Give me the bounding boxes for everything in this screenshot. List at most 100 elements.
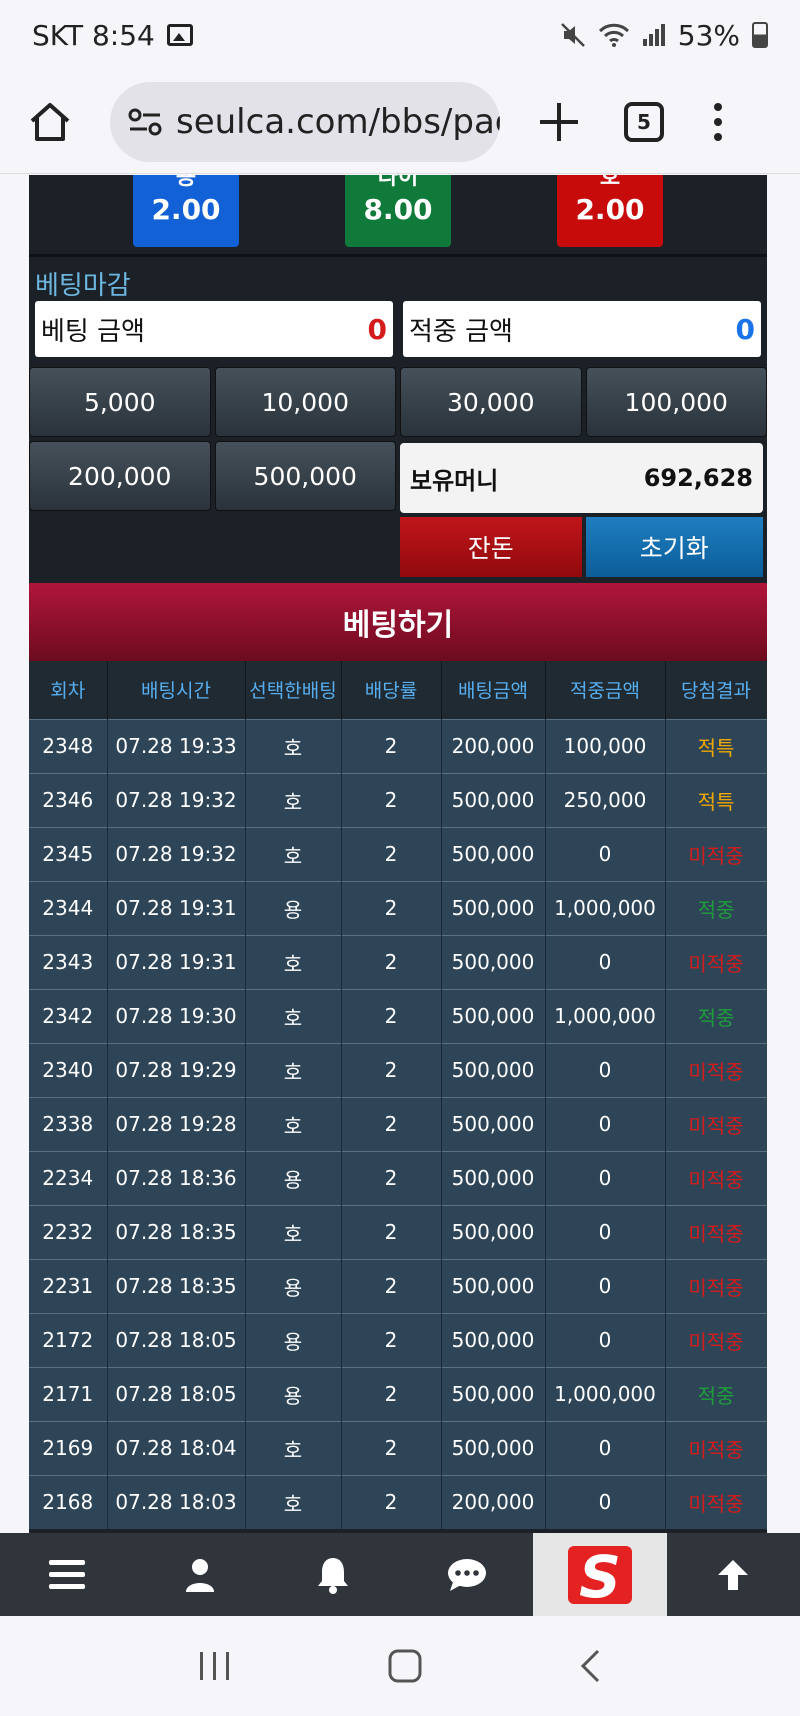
table-row: 2343 07.28 19:31 호 2 500,000 0 미적중 [29, 934, 767, 989]
chip-button[interactable]: 10,000 [214, 367, 396, 437]
table-cell: 미적중 [665, 826, 767, 881]
table-cell: 07.28 19:31 [107, 934, 246, 989]
table-cell: 2 [341, 1312, 442, 1367]
arrow-up-icon[interactable] [667, 1533, 800, 1616]
table-cell: 호 [245, 1042, 342, 1097]
odd-value: 2.00 [575, 193, 645, 226]
url-bar[interactable]: seulca.com/bbs/pag [110, 81, 500, 162]
table-cell: 0 [545, 1312, 666, 1367]
table-row: 2168 07.28 18:03 호 2 200,000 0 미적중 [29, 1474, 767, 1529]
table-cell: 0 [545, 1258, 666, 1313]
table-cell: 07.28 18:35 [107, 1258, 246, 1313]
battery-icon [752, 22, 768, 48]
bet-amount-box: 베팅 금액 0 [35, 301, 393, 357]
table-cell: 용 [245, 1150, 342, 1205]
user-icon[interactable] [133, 1533, 266, 1616]
column-header: 선택한배팅 [245, 661, 342, 719]
table-cell: 0 [545, 1096, 666, 1151]
odd-button-dragon[interactable]: 용 2.00 [133, 175, 239, 247]
site-settings-icon[interactable] [128, 107, 162, 137]
table-cell: 500,000 [441, 880, 546, 935]
table-cell: 07.28 19:28 [107, 1096, 246, 1151]
table-cell: 07.28 18:35 [107, 1204, 246, 1259]
home-button-icon[interactable] [387, 1648, 423, 1684]
back-icon[interactable] [578, 1648, 602, 1684]
odd-button-tiger[interactable]: 호 2.00 [557, 175, 663, 247]
table-cell: 2 [341, 1474, 442, 1529]
menu-icon[interactable] [0, 1533, 133, 1616]
more-menu-icon[interactable] [714, 102, 724, 141]
table-cell: 호 [245, 1420, 342, 1475]
table-cell: 0 [545, 1474, 666, 1529]
table-row: 2348 07.28 19:33 호 2 200,000 100,000 적특 [29, 718, 767, 773]
new-tab-icon[interactable] [534, 97, 584, 147]
table-cell: 2 [341, 1366, 442, 1421]
odd-label: 호 [599, 175, 621, 190]
table-cell: 07.28 18:05 [107, 1312, 246, 1367]
table-cell: 07.28 18:36 [107, 1150, 246, 1205]
table-row: 2232 07.28 18:35 호 2 500,000 0 미적중 [29, 1204, 767, 1259]
table-cell: 2338 [29, 1096, 108, 1151]
table-cell: 500,000 [441, 1258, 546, 1313]
table-cell: 적중 [665, 880, 767, 935]
place-bet-button[interactable]: 베팅하기 [29, 583, 767, 661]
table-cell: 적중 [665, 988, 767, 1043]
table-cell: 미적중 [665, 1096, 767, 1151]
reset-button[interactable]: 초기화 [585, 517, 763, 577]
table-cell: 100,000 [545, 718, 666, 773]
bet-history-table: 회차 배팅시간 선택한배팅 배당률 배팅금액 적중금액 당첨결과 2348 07.… [29, 661, 767, 1529]
recent-apps-icon[interactable] [198, 1650, 232, 1682]
hit-amount-label: 적중 금액 [409, 316, 513, 347]
table-cell: 07.28 18:03 [107, 1474, 246, 1529]
tab-switcher-button[interactable]: 5 [624, 101, 664, 142]
column-header: 배당률 [341, 661, 442, 719]
chip-button[interactable]: 200,000 [29, 441, 211, 511]
table-cell: 용 [245, 1366, 342, 1421]
table-row: 2338 07.28 19:28 호 2 500,000 0 미적중 [29, 1096, 767, 1151]
chip-button[interactable]: 30,000 [400, 367, 582, 437]
table-cell: 적특 [665, 772, 767, 827]
table-cell: 미적중 [665, 1258, 767, 1313]
table-cell: 2 [341, 934, 442, 989]
chip-button[interactable]: 100,000 [585, 367, 767, 437]
table-cell: 07.28 19:33 [107, 718, 246, 773]
table-cell: 2172 [29, 1312, 108, 1367]
table-row: 2346 07.28 19:32 호 2 500,000 250,000 적특 [29, 772, 767, 827]
table-cell: 2168 [29, 1474, 108, 1529]
table-cell: 500,000 [441, 1150, 546, 1205]
status-bar: SKT 8:54 53% [0, 0, 800, 70]
home-icon[interactable] [20, 92, 80, 152]
table-cell: 2346 [29, 772, 108, 827]
table-cell: 2344 [29, 880, 108, 935]
table-cell: 500,000 [441, 988, 546, 1043]
column-header: 회차 [29, 661, 108, 719]
table-cell: 2169 [29, 1420, 108, 1475]
table-cell: 2343 [29, 934, 108, 989]
table-cell: 2 [341, 1420, 442, 1475]
table-cell: 2 [341, 826, 442, 881]
table-row: 2345 07.28 19:32 호 2 500,000 0 미적중 [29, 826, 767, 881]
odd-button-tie[interactable]: 타이 8.00 [345, 175, 451, 247]
table-cell: 2340 [29, 1042, 108, 1097]
column-header: 당첨결과 [665, 661, 767, 719]
table-cell: 2 [341, 988, 442, 1043]
table-cell: 미적중 [665, 1150, 767, 1205]
site-logo[interactable]: S [533, 1533, 667, 1616]
table-cell: 적중 [665, 1366, 767, 1421]
balance-button[interactable]: 잔돈 [400, 517, 582, 577]
table-row: 2169 07.28 18:04 호 2 500,000 0 미적중 [29, 1420, 767, 1475]
chat-icon[interactable] [400, 1533, 533, 1616]
table-cell: 500,000 [441, 1366, 546, 1421]
chip-button[interactable]: 5,000 [29, 367, 211, 437]
table-cell: 2 [341, 718, 442, 773]
chip-button[interactable]: 500,000 [214, 441, 396, 511]
table-cell: 500,000 [441, 934, 546, 989]
table-cell: 500,000 [441, 1042, 546, 1097]
table-row: 2172 07.28 18:05 용 2 500,000 0 미적중 [29, 1312, 767, 1367]
table-cell: 미적중 [665, 934, 767, 989]
table-cell: 미적중 [665, 1204, 767, 1259]
table-cell: 용 [245, 1312, 342, 1367]
table-cell: 2345 [29, 826, 108, 881]
table-body: 2348 07.28 19:33 호 2 200,000 100,000 적특 2346 07.… [29, 718, 767, 1529]
bell-icon[interactable] [267, 1533, 400, 1616]
